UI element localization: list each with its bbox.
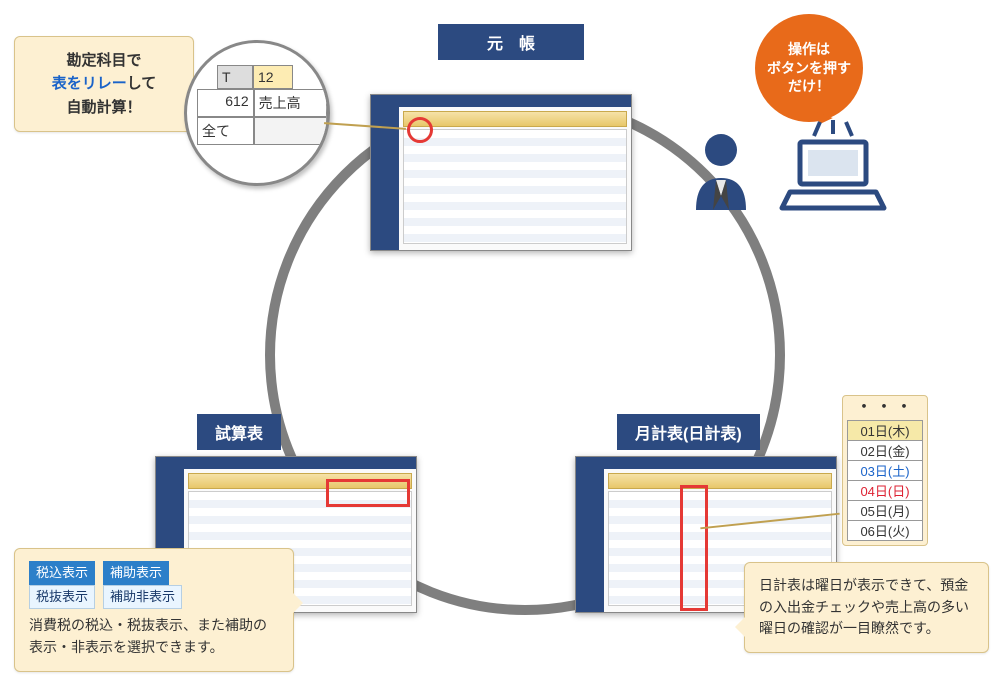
highlight-account-code-circle [407, 117, 433, 143]
speech-line3: だけ！ [788, 78, 830, 94]
zoom-cell: 12 [253, 65, 293, 89]
tag-sub-hide[interactable]: 補助非表示 [103, 585, 182, 609]
weekday-cell[interactable]: 04日(日) [848, 481, 923, 501]
label-ledger: 元 帳 [438, 24, 584, 60]
weekday-list: ・・・ 01日(木)02日(金)03日(土)04日(日)05日(月)06日(火) [842, 395, 928, 546]
laptop-icon [778, 120, 888, 215]
callout-relay: 勘定科目で 表をリレーして 自動計算！ [14, 36, 194, 132]
highlight-weekday-column-rect [680, 485, 708, 611]
zoom-cell: T [217, 65, 253, 89]
tag-sub-show[interactable]: 補助表示 [103, 561, 169, 585]
speech-line1: 操作は [788, 41, 830, 57]
weekday-cell[interactable]: 03日(土) [848, 461, 923, 481]
callout-relay-line1: 勘定科目で [29, 49, 179, 72]
speech-bubble: 操作は ボタンを押す だけ！ [755, 14, 863, 122]
zoom-account-name: 売上高 [254, 89, 327, 117]
callout-tax-toggle: 税込表示 補助表示 税抜表示 補助非表示 消費税の税込・税抜表示、また補助の表示… [14, 548, 294, 672]
zoom-all: 全て [197, 117, 254, 145]
weekday-cell[interactable]: 05日(月) [848, 501, 923, 521]
weekday-list-dots: ・・・ [847, 402, 923, 420]
callout-weekday-text: 日計表は曜日が表示できて、預金の入出金チェックや売上高の多い曜日の確認が一目瞭然… [759, 575, 974, 640]
zoom-account-code: 612 [197, 89, 254, 117]
callout-tax-text: 消費税の税込・税抜表示、また補助の表示・非表示を選択できます。 [29, 615, 279, 658]
callout-relay-suffix: して [127, 75, 157, 92]
tax-toggle-tags: 税込表示 補助表示 税抜表示 補助非表示 [29, 561, 190, 609]
zoom-cell [254, 117, 327, 145]
zoom-bubble-account: T 12 612 売上高 全て [184, 40, 330, 186]
weekday-cell[interactable]: 06日(火) [848, 521, 923, 541]
speech-line2: ボタンを押す [767, 60, 851, 76]
highlight-tax-toggle-rect [326, 479, 410, 507]
weekday-cell[interactable]: 01日(木) [848, 421, 923, 441]
person-icon [686, 130, 756, 210]
callout-relay-line2: 表をリレーして [29, 72, 179, 95]
callout-relay-blue: 表をリレー [52, 75, 127, 92]
label-trial-balance: 試算表 [197, 414, 281, 450]
weekday-cell[interactable]: 02日(金) [848, 441, 923, 461]
label-monthly-daily: 月計表(日計表) [617, 414, 760, 450]
callout-relay-line3: 自動計算！ [29, 96, 179, 119]
tag-tax-excl[interactable]: 税抜表示 [29, 585, 95, 609]
screenshot-ledger [370, 94, 632, 251]
callout-weekday: 日計表は曜日が表示できて、預金の入出金チェックや売上高の多い曜日の確認が一目瞭然… [744, 562, 989, 653]
tag-tax-incl[interactable]: 税込表示 [29, 561, 95, 585]
